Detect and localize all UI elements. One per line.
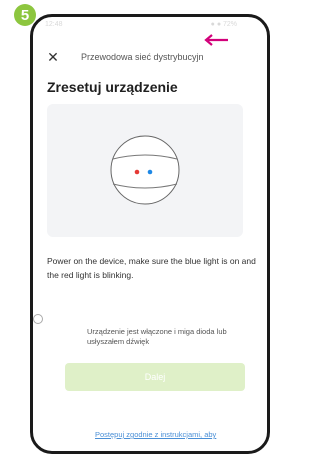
blue-led-icon [147,169,153,175]
help-link[interactable]: Postępuj zgodnie z instrukcjami, aby [95,430,216,439]
status-icons: ● ● 72% [210,21,237,28]
next-button[interactable]: Dalej [65,363,245,391]
nav-title: Przewodowa sieć dystrybucyjn [81,52,204,62]
close-button[interactable]: ✕ [45,49,61,65]
device-body [110,135,180,205]
device-illustration [110,135,180,205]
device-illustration-card [47,104,243,237]
confirm-label[interactable]: Urządzenie jest włączone i miga dioda lu… [87,327,253,347]
status-time: 12:48 [45,21,63,28]
step-number-badge: 5 [14,4,36,26]
status-bar: 12:48 ● ● 72% [33,17,267,35]
arrow-pointer-icon [204,34,228,46]
confirm-radio[interactable] [33,314,43,324]
phone-frame: 12:48 ● ● 72% ✕ Przewodowa sieć dystrybu… [30,14,270,454]
instruction-text: Power on the device, make sure the blue … [47,256,256,280]
page-title: Zresetuj urządzenie [47,79,178,95]
red-led-icon [134,169,140,175]
